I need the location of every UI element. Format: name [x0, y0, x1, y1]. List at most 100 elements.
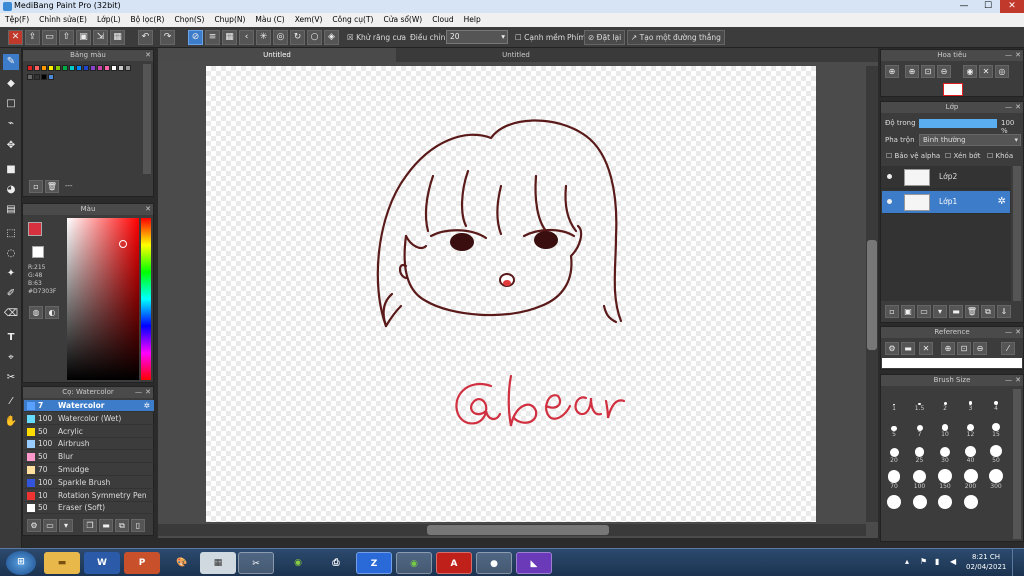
palette-swatch[interactable]: [110, 65, 117, 71]
palette-swatch[interactable]: [26, 65, 33, 71]
brush-size-option[interactable]: 10: [933, 417, 957, 438]
brush-size-option[interactable]: 40: [959, 443, 983, 464]
brush-item[interactable]: 50 Blur: [24, 451, 154, 464]
brush-size-option[interactable]: 4: [984, 391, 1008, 412]
zoom-out-icon[interactable]: ⊕: [905, 65, 919, 78]
brush-size-option[interactable]: 1.5: [908, 391, 932, 412]
ref-eyedropper-icon[interactable]: ⁄: [1001, 342, 1015, 355]
palette-swatch[interactable]: [47, 74, 54, 80]
chrome-alt-taskbar-icon[interactable]: ◉: [280, 552, 316, 574]
network-icon[interactable]: ▮: [935, 557, 939, 566]
palette-swatch[interactable]: [117, 65, 124, 71]
delete-color-icon[interactable]: 🗑: [45, 180, 59, 193]
operation-tool-icon[interactable]: ⌖: [3, 350, 19, 366]
snap-perspective-icon[interactable]: ‹: [239, 30, 254, 45]
powerpoint-taskbar-icon[interactable]: P: [124, 552, 160, 574]
ref-zoom-in-icon[interactable]: ⊕: [941, 342, 955, 355]
snap-grid-icon[interactable]: ▦: [222, 30, 237, 45]
ref-close-icon[interactable]: ✕: [919, 342, 933, 355]
medibang-taskbar-icon[interactable]: ●: [476, 552, 512, 574]
select-pen-icon[interactable]: ✐: [3, 286, 19, 302]
primary-color-swatch[interactable]: [28, 222, 42, 236]
menu-help[interactable]: Help: [459, 13, 486, 27]
menu-view[interactable]: Xem(V): [290, 13, 328, 27]
opacity-slider[interactable]: [919, 119, 997, 128]
grid-icon[interactable]: ▦: [110, 30, 125, 45]
ref-fit-icon[interactable]: ⊡: [957, 342, 971, 355]
brush-size-option[interactable]: 12: [959, 417, 983, 438]
ref-settings-icon[interactable]: ⚙: [885, 342, 899, 355]
new-halftone-layer-icon[interactable]: ▣: [901, 305, 915, 318]
brush-size-option[interactable]: 25: [908, 443, 932, 464]
brush-settings-icon[interactable]: ⚙: [27, 519, 41, 532]
brush-size-option[interactable]: 5: [882, 417, 906, 438]
calculator-taskbar-icon[interactable]: ▦: [200, 552, 236, 574]
menu-window[interactable]: Cửa sổ(W): [378, 13, 427, 27]
color-wheel-icon[interactable]: ◍: [29, 306, 43, 319]
brush-size-option[interactable]: 100: [908, 469, 932, 490]
close-icon[interactable]: ✕: [1015, 50, 1021, 61]
vertical-scroll-thumb[interactable]: [867, 240, 877, 350]
brush-menu-icon[interactable]: ▾: [59, 519, 73, 532]
palette-swatch[interactable]: [68, 65, 75, 71]
pdf-taskbar-icon[interactable]: A: [436, 552, 472, 574]
palette-swatch[interactable]: [33, 65, 40, 71]
menu-select[interactable]: Chọn(S): [169, 13, 209, 27]
volume-icon[interactable]: ◀: [950, 557, 956, 566]
palette-swatch[interactable]: [103, 65, 110, 71]
brush-size-option[interactable]: 1: [882, 391, 906, 412]
menu-cloud[interactable]: Cloud: [427, 13, 458, 27]
brush-item[interactable]: 70 Smudge: [24, 464, 154, 476]
close-icon[interactable]: ✕: [1015, 102, 1021, 113]
paint-taskbar-icon[interactable]: 🎨: [164, 552, 200, 574]
zoom-minus-icon[interactable]: ⊖: [937, 65, 951, 78]
snap-parallel-icon[interactable]: ≡: [205, 30, 220, 45]
dot-tool-icon[interactable]: □: [3, 96, 19, 112]
snap-off-icon[interactable]: ⊘: [188, 30, 203, 45]
save-icon[interactable]: ▣: [76, 30, 91, 45]
layer-row[interactable]: Lớp2: [882, 166, 1010, 189]
visual-studio-taskbar-icon[interactable]: ◣: [516, 552, 552, 574]
palette-swatch[interactable]: [33, 74, 40, 80]
new-folder-layer-icon[interactable]: ▭: [917, 305, 931, 318]
color-cursor[interactable]: [119, 240, 127, 248]
new-brush-button[interactable]: ↗ Tạo một đường thẳng: [627, 30, 725, 45]
layer-scrollbar[interactable]: [1013, 166, 1021, 301]
brush-tool-icon[interactable]: ✎: [3, 54, 19, 70]
hue-slider[interactable]: [141, 218, 151, 380]
palette-swatch[interactable]: [47, 65, 54, 71]
horizontal-scroll-thumb[interactable]: [427, 525, 609, 535]
fill-shape-tool-icon[interactable]: ■: [3, 162, 19, 178]
minimize-button[interactable]: —: [952, 0, 976, 13]
layer-row[interactable]: Lớp1 ✲: [882, 191, 1010, 214]
palette-swatch[interactable]: [40, 74, 47, 80]
ref-open-icon[interactable]: ▬: [901, 342, 915, 355]
delete-layer-icon[interactable]: 🗑: [965, 305, 979, 318]
brush-size-option[interactable]: [882, 495, 906, 509]
antialias-checkbox[interactable]: ☒ Khử răng cưa: [347, 31, 406, 44]
close-doc-icon[interactable]: ✕: [8, 30, 23, 45]
ref-zoom-out-icon[interactable]: ⊖: [973, 342, 987, 355]
delete-brush-icon[interactable]: ▯: [131, 519, 145, 532]
word-taskbar-icon[interactable]: W: [84, 552, 120, 574]
brush-size-option[interactable]: 50: [984, 443, 1008, 464]
comment-icon[interactable]: ▭: [42, 30, 57, 45]
select-tool-icon[interactable]: ⬚: [3, 226, 19, 242]
export-icon[interactable]: ⇲: [93, 30, 108, 45]
folder-taskbar-icon[interactable]: ▬: [44, 552, 80, 574]
brush-size-option[interactable]: [908, 495, 932, 509]
doc-tab-2[interactable]: Untitled: [398, 48, 634, 62]
minimize-icon[interactable]: —: [135, 387, 142, 398]
tray-arrow-icon[interactable]: ▴: [905, 557, 909, 566]
snap-concentric-icon[interactable]: ◎: [273, 30, 288, 45]
lasso-tool-icon[interactable]: ◌: [3, 246, 19, 262]
brush-size-scrollbar[interactable]: [1013, 389, 1021, 539]
menu-snap[interactable]: Chụp(N): [209, 13, 250, 27]
soften-checkbox[interactable]: ☐ Cạnh mềm: [515, 31, 565, 44]
palette-swatch[interactable]: [124, 65, 131, 71]
menu-file[interactable]: Tệp(F): [0, 13, 34, 27]
drawing-canvas[interactable]: [206, 66, 816, 522]
menu-edit[interactable]: Chỉnh sửa(E): [34, 13, 92, 27]
menu-color[interactable]: Màu (C): [250, 13, 289, 27]
snap-radial-icon[interactable]: ✳: [256, 30, 271, 45]
